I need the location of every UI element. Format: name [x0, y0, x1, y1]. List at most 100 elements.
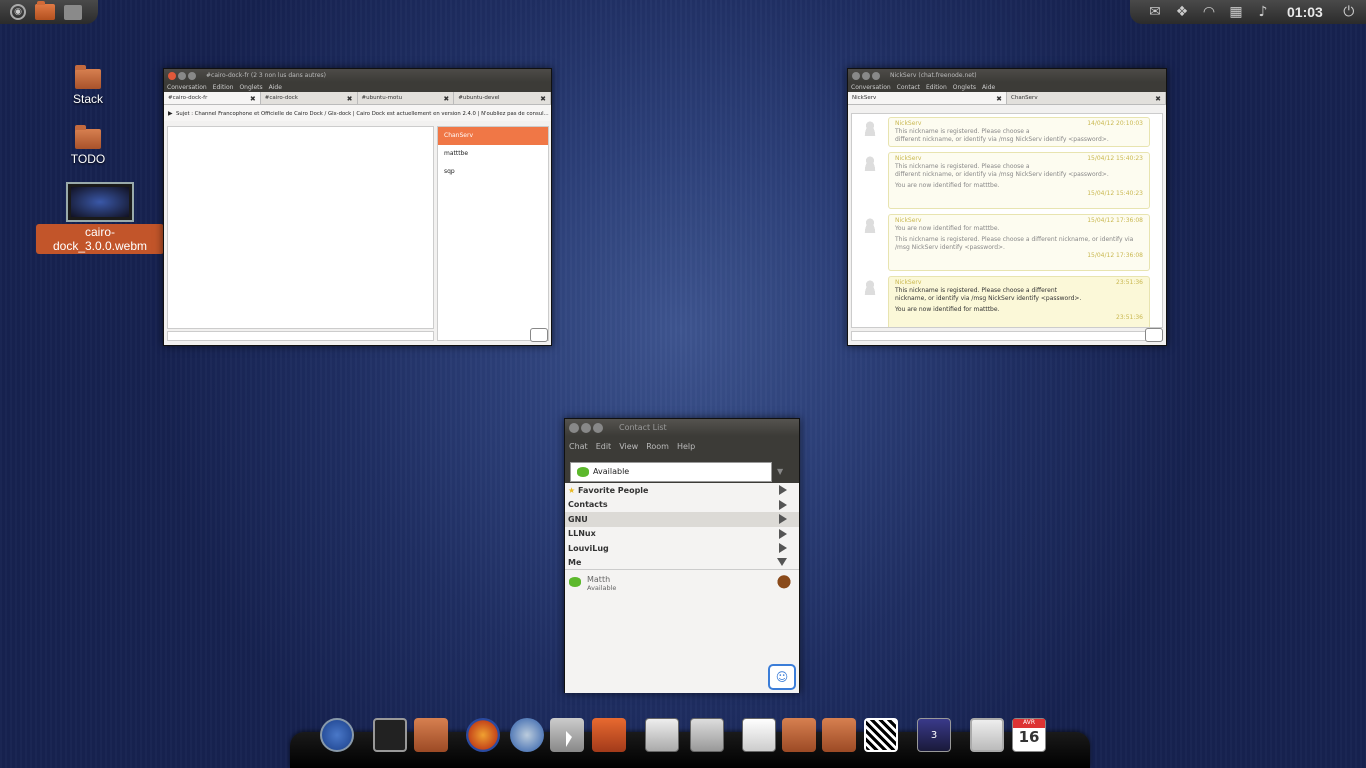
presentation-icon[interactable] [645, 718, 679, 752]
tab-chanserv[interactable]: ChanServ ✖ [1007, 92, 1166, 104]
group-contacts[interactable]: Contacts [565, 498, 799, 513]
close-icon[interactable]: ✖ [443, 95, 449, 103]
calculator-icon[interactable] [690, 718, 724, 752]
dropbox-icon[interactable]: ❖ [1173, 4, 1191, 20]
files-icon[interactable] [64, 4, 82, 20]
member-list[interactable]: ChanServ matttbe sqp [437, 126, 549, 341]
minimize-icon[interactable] [862, 71, 870, 80]
minimize-icon[interactable] [178, 71, 186, 80]
chevron-down-icon[interactable]: ▼ [777, 467, 783, 476]
member-item[interactable]: matttbe [438, 145, 548, 163]
maximize-icon[interactable] [872, 71, 880, 80]
thunderbird-icon[interactable] [510, 718, 544, 752]
tab-ubuntu-devel[interactable]: #ubuntu-devel ✖ [454, 92, 551, 104]
group-llnux[interactable]: LLNux [565, 527, 799, 542]
text-editor-icon[interactable] [742, 718, 776, 752]
contact-tree[interactable]: ★ Favorite People Contacts GNU LLNux Lou… [565, 483, 799, 693]
qrcode-icon[interactable] [864, 718, 898, 752]
downloads-folder-icon[interactable] [822, 718, 856, 752]
group-favorite-people[interactable]: ★ Favorite People [565, 483, 799, 498]
calendar-icon[interactable]: AVR 16 [1012, 718, 1046, 752]
tab-cairo-dock[interactable]: #cairo-dock ✖ [261, 92, 358, 104]
message-input[interactable] [167, 331, 434, 341]
menu-edit[interactable]: Edit [596, 442, 612, 458]
group-louvilug[interactable]: LouviLug [565, 541, 799, 556]
software-center-icon[interactable] [592, 718, 626, 752]
expand-icon[interactable] [779, 528, 787, 539]
menu-help[interactable]: Help [677, 442, 695, 458]
menu-aide[interactable]: Aide [269, 84, 282, 91]
chat-log[interactable] [167, 126, 434, 329]
presence-selector[interactable]: Available [570, 461, 772, 482]
message-input[interactable] [851, 331, 1163, 341]
member-item[interactable]: sqp [438, 163, 548, 181]
accessibility-icon[interactable] [320, 718, 354, 752]
collapse-icon[interactable] [777, 558, 787, 567]
contact-list-window[interactable]: Contact List Chat Edit View Room Help Av… [564, 418, 800, 693]
close-icon[interactable]: ✖ [347, 95, 353, 103]
terminal-icon[interactable] [373, 718, 407, 752]
menu-conversation[interactable]: Conversation [851, 84, 891, 91]
contact-item-matth[interactable]: Matth Available [565, 570, 799, 600]
close-icon[interactable] [852, 71, 860, 80]
tab-cairo-dock-fr[interactable]: #cairo-dock-fr ✖ [164, 92, 261, 104]
volume-icon[interactable]: ♪ [1254, 4, 1272, 20]
menu-aide[interactable]: Aide [982, 84, 995, 91]
expand-icon[interactable] [779, 514, 787, 525]
close-icon[interactable]: ✖ [1155, 95, 1161, 103]
titlebar[interactable]: NickServ (chat.freenode.net) [848, 69, 1166, 82]
minimize-icon[interactable] [581, 422, 591, 433]
desktop-icon-stack[interactable]: Stack [38, 65, 138, 106]
speech-bubble-icon[interactable] [530, 328, 548, 342]
conversation-log[interactable]: NickServ 14/04/12 20:10:03 This nickname i… [851, 113, 1163, 328]
menu-contact[interactable]: Contact [897, 84, 920, 91]
expand-topic-icon[interactable]: ▶ [168, 110, 173, 117]
workspaces-icon[interactable]: 3 [917, 718, 951, 752]
home-folder-icon[interactable] [35, 1, 55, 20]
menu-room[interactable]: Room [646, 442, 669, 458]
close-icon[interactable] [168, 71, 176, 80]
switcher-icon[interactable] [970, 718, 1004, 752]
message-sender: NickServ [895, 217, 922, 224]
tab-nickserv[interactable]: NickServ ✖ [848, 92, 1007, 104]
firefox-icon[interactable] [466, 718, 500, 752]
group-gnu[interactable]: GNU [565, 512, 799, 527]
speech-bubble-icon[interactable] [1145, 328, 1163, 342]
message-header: NickServ 14/04/12 20:10:03 [895, 120, 1143, 128]
menu-edition[interactable]: Edition [926, 84, 947, 91]
irc-window[interactable]: #cairo-dock-fr (2 3 non lus dans autres)… [163, 68, 552, 346]
wifi-icon[interactable]: ◠ [1200, 4, 1218, 20]
menu-onglets[interactable]: Onglets [953, 84, 976, 91]
desktop-icon-video[interactable]: cairo-dock_3.0.0.webm [36, 182, 164, 254]
member-item[interactable]: ChanServ [438, 127, 548, 145]
expand-icon[interactable] [779, 485, 787, 496]
menu-conversation[interactable]: Conversation [167, 84, 207, 91]
keyboard-icon[interactable]: ▦ [1227, 4, 1245, 20]
nickserv-window[interactable]: NickServ (chat.freenode.net) Conversatio… [847, 68, 1167, 346]
mail-icon[interactable]: ✉ [1146, 4, 1164, 20]
close-icon[interactable]: ✖ [540, 95, 546, 103]
new-chat-icon[interactable]: ☺ [768, 664, 796, 690]
maximize-icon[interactable] [188, 71, 196, 80]
tab-ubuntu-motu[interactable]: #ubuntu-motu ✖ [358, 92, 455, 104]
menu-view[interactable]: View [619, 442, 638, 458]
clock[interactable]: 01:03 [1287, 4, 1323, 20]
titlebar[interactable]: Contact List [565, 419, 799, 436]
menu-onglets[interactable]: Onglets [239, 84, 262, 91]
close-icon[interactable]: ✖ [250, 95, 256, 103]
menu-edition[interactable]: Edition [213, 84, 234, 91]
close-icon[interactable]: ✖ [996, 95, 1002, 103]
group-me[interactable]: Me [565, 556, 799, 570]
expand-icon[interactable] [779, 499, 787, 510]
message-time: 23:51:36 [1116, 314, 1143, 321]
close-icon[interactable] [569, 422, 579, 433]
titlebar[interactable]: #cairo-dock-fr (2 3 non lus dans autres) [164, 69, 551, 82]
power-icon[interactable]: ⏻ [1340, 4, 1358, 20]
backup-folder-icon[interactable] [782, 718, 816, 752]
desktop-icon-todo[interactable]: TODO [38, 125, 138, 166]
maximize-icon[interactable] [593, 422, 603, 433]
ubuntu-logo-icon[interactable]: ◉ [10, 4, 26, 20]
expand-icon[interactable] [779, 543, 787, 554]
folder-icon[interactable] [414, 718, 448, 752]
menu-chat[interactable]: Chat [569, 442, 588, 458]
